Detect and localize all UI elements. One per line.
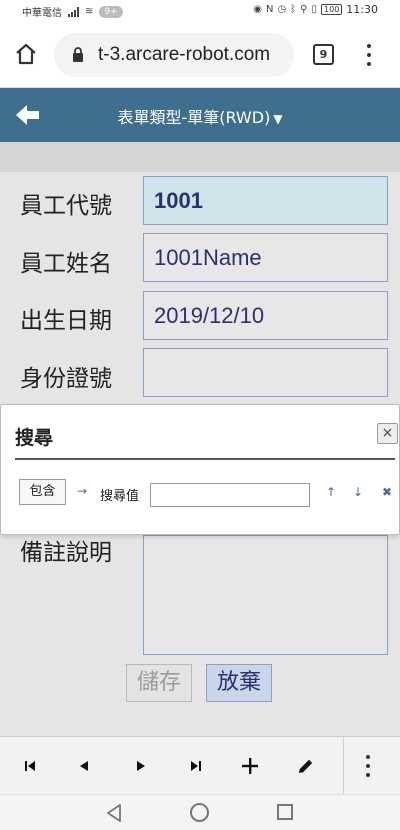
nav-recents-icon[interactable] [277,804,293,820]
add-record-icon[interactable] [236,752,264,780]
nav-back-icon[interactable] [105,803,123,827]
cancel-button[interactable]: 放棄 [206,664,272,702]
next-record-icon[interactable] [127,752,155,780]
toolbar-divider [343,737,344,795]
birth-date-field[interactable]: 2019/12/10 [143,291,388,340]
alarm-icon: ◷ [277,4,287,15]
employee-name-label: 員工姓名 [20,251,112,277]
bluetooth-icon: ᛒ [290,4,297,15]
first-record-icon[interactable] [16,752,44,780]
browser-menu-icon[interactable] [360,42,378,68]
notification-count-badge: 9+ [99,5,123,18]
home-icon[interactable] [14,42,38,66]
signal-icon [68,6,79,17]
lock-icon [73,47,83,62]
tab-switcher-button[interactable]: 9 [313,44,334,65]
divider [15,458,395,460]
address-bar[interactable]: t-3.arcare-robot.com [54,33,294,77]
employee-id-field[interactable]: 1001 [143,176,388,225]
clear-icon[interactable]: ✖ [382,485,392,499]
birth-date-label: 出生日期 [20,308,112,334]
nav-home-icon[interactable] [190,803,209,822]
arrow-up-icon[interactable]: ↑ [326,485,336,499]
wifi-icon: ≋ [85,6,94,17]
save-button[interactable]: 儲存 [126,664,192,702]
vibrate-icon: ▯ [311,4,318,15]
page-title: 表單類型-單筆(RWD) [117,108,271,127]
record-toolbar [0,736,400,795]
eye-icon: ◉ [253,4,262,15]
browser-toolbar: t-3.arcare-robot.com 9 [0,22,400,88]
search-value-label: 搜尋值 [100,489,140,504]
match-mode-button[interactable]: 包含 [19,479,66,505]
arrow-right-icon: → [77,484,88,498]
arrow-down-icon[interactable]: ↓ [353,485,363,499]
chevron-down-icon: ▼ [273,112,283,126]
employee-id-label: 員工代號 [20,193,112,219]
more-options-icon[interactable] [358,753,378,779]
carrier-label: 中華電信 [22,8,62,19]
edit-record-icon[interactable] [292,752,320,780]
app-header: 表單類型-單筆(RWD) ▼ [0,88,400,142]
url-text: t-3.arcare-robot.com [98,44,271,65]
memo-field[interactable] [143,535,388,655]
location-icon: ⚲ [300,4,308,15]
status-bar: 中華電信 ≋ 9+ ◉ N ◷ ᛒ ⚲ ▯ 100 11:30 [0,0,400,22]
previous-record-icon[interactable] [70,752,98,780]
header-band [0,142,400,172]
close-icon[interactable]: × [377,423,398,444]
form-type-selector[interactable]: 表單類型-單筆(RWD) ▼ [0,104,400,128]
last-record-icon[interactable] [182,752,210,780]
memo-label: 備註說明 [20,540,112,566]
id-number-field[interactable] [143,348,388,397]
battery-icon: 100 [321,4,343,15]
employee-name-field[interactable]: 1001Name [143,233,388,282]
search-dialog-title: 搜尋 [15,427,54,449]
search-dialog: 搜尋 × 包含 → 搜尋值 ↑ ↓ ✖ [0,404,400,535]
id-number-label: 身份證號 [20,366,112,392]
nfc-icon: N [265,4,274,15]
system-navigation-bar [0,794,400,830]
search-input[interactable] [150,483,310,507]
clock: 11:30 [346,3,378,16]
